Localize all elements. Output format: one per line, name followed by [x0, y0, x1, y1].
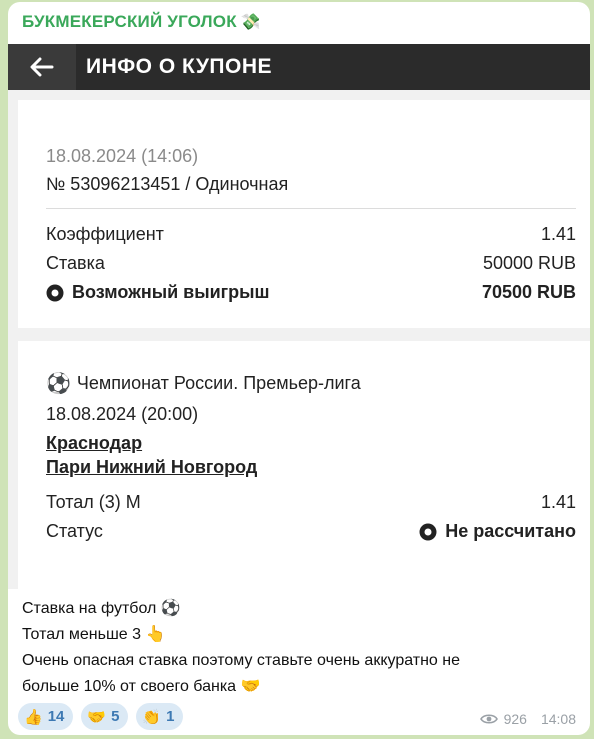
market-odds: 1.41 [540, 492, 576, 512]
reaction-thumbs-up[interactable]: 👍 14 [18, 703, 74, 730]
summary-divider [46, 208, 576, 209]
status-value-row: Не рассчитано [419, 521, 576, 542]
handshake-icon: 🤝 [87, 708, 107, 726]
message-caption: Ставка на футбол ⚽ Тотал меньше 3 👆 Очен… [22, 596, 460, 700]
possible-win-value: 70500 RUB [481, 282, 576, 302]
possible-win-row: Возможный выигрыш [46, 282, 270, 303]
eye-icon [479, 714, 498, 724]
thumbs-up-icon: 👍 [24, 708, 43, 726]
money-emoji-icon: 💸 [240, 14, 261, 31]
status-label: Статус [46, 521, 103, 541]
target-dot-icon [419, 523, 437, 540]
stake-label: Ставка [46, 253, 105, 273]
channel-name[interactable]: БУКМЕКЕРСКИЙ УГОЛОК 💸 [22, 12, 261, 32]
channel-name-text: БУКМЕКЕРСКИЙ УГОЛОК [22, 12, 237, 31]
caption-line-1: Ставка на футбол ⚽ [22, 600, 181, 617]
stake-value: 50000 RUB [482, 253, 576, 273]
event-card: ⚽ Чемпионат России. Премьер-лига 18.08.2… [18, 341, 590, 589]
coupon-topbar: ИНФО О КУПОНЕ [8, 44, 590, 90]
reactions-bar: 👍 14 🤝 5 👏 1 [18, 703, 184, 730]
arrow-left-icon [30, 57, 54, 77]
coupon-number: № 53096213451 / Одиночная [46, 174, 289, 194]
coupon-summary-card: 18.08.2024 (14:06) № 53096213451 / Одино… [18, 100, 590, 328]
back-button [8, 44, 76, 90]
reaction-count: 1 [166, 708, 175, 725]
views-count: 926 [503, 711, 527, 727]
team-home: Краснодар [46, 433, 143, 453]
odds-label: Коэффициент [46, 224, 164, 244]
possible-win-label: Возможный выигрыш [72, 282, 270, 302]
reaction-count: 5 [111, 708, 120, 725]
clapping-hands-icon: 👏 [142, 708, 162, 726]
coupon-screenshot[interactable]: ИНФО О КУПОНЕ 18.08.2024 (14:06) № 53096… [8, 44, 590, 589]
reaction-count: 14 [47, 708, 65, 725]
coupon-title: ИНФО О КУПОНЕ [86, 55, 273, 78]
league-name: Чемпионат России. Премьер-лига [76, 373, 361, 393]
team-away: Пари Нижний Новгород [46, 457, 258, 477]
caption-line-4: больше 10% от своего банка 🤝 [22, 678, 261, 695]
market-label: Тотал (3) М [46, 492, 141, 512]
caption-line-2: Тотал меньше 3 👆 [22, 626, 166, 643]
soccer-ball-icon: ⚽ [46, 373, 71, 395]
message-time: 14:08 [540, 711, 576, 727]
reaction-clap[interactable]: 👏 1 [136, 703, 184, 730]
caption-line-3: Очень опасная ставка поэтому ставьте оче… [22, 652, 460, 669]
message-meta: 926 14:08 [479, 711, 576, 727]
event-datetime: 18.08.2024 (20:00) [46, 404, 199, 424]
odds-value: 1.41 [540, 224, 576, 244]
reaction-handshake[interactable]: 🤝 5 [81, 703, 129, 730]
target-dot-icon [46, 284, 64, 301]
message-bubble: БУКМЕКЕРСКИЙ УГОЛОК 💸 ИНФО О КУПОНЕ 18.08… [8, 2, 590, 735]
coupon-datetime: 18.08.2024 (14:06) [46, 146, 199, 166]
status-value: Не рассчитано [445, 521, 576, 541]
league-row: ⚽ Чемпионат России. Премьер-лига [46, 371, 361, 396]
